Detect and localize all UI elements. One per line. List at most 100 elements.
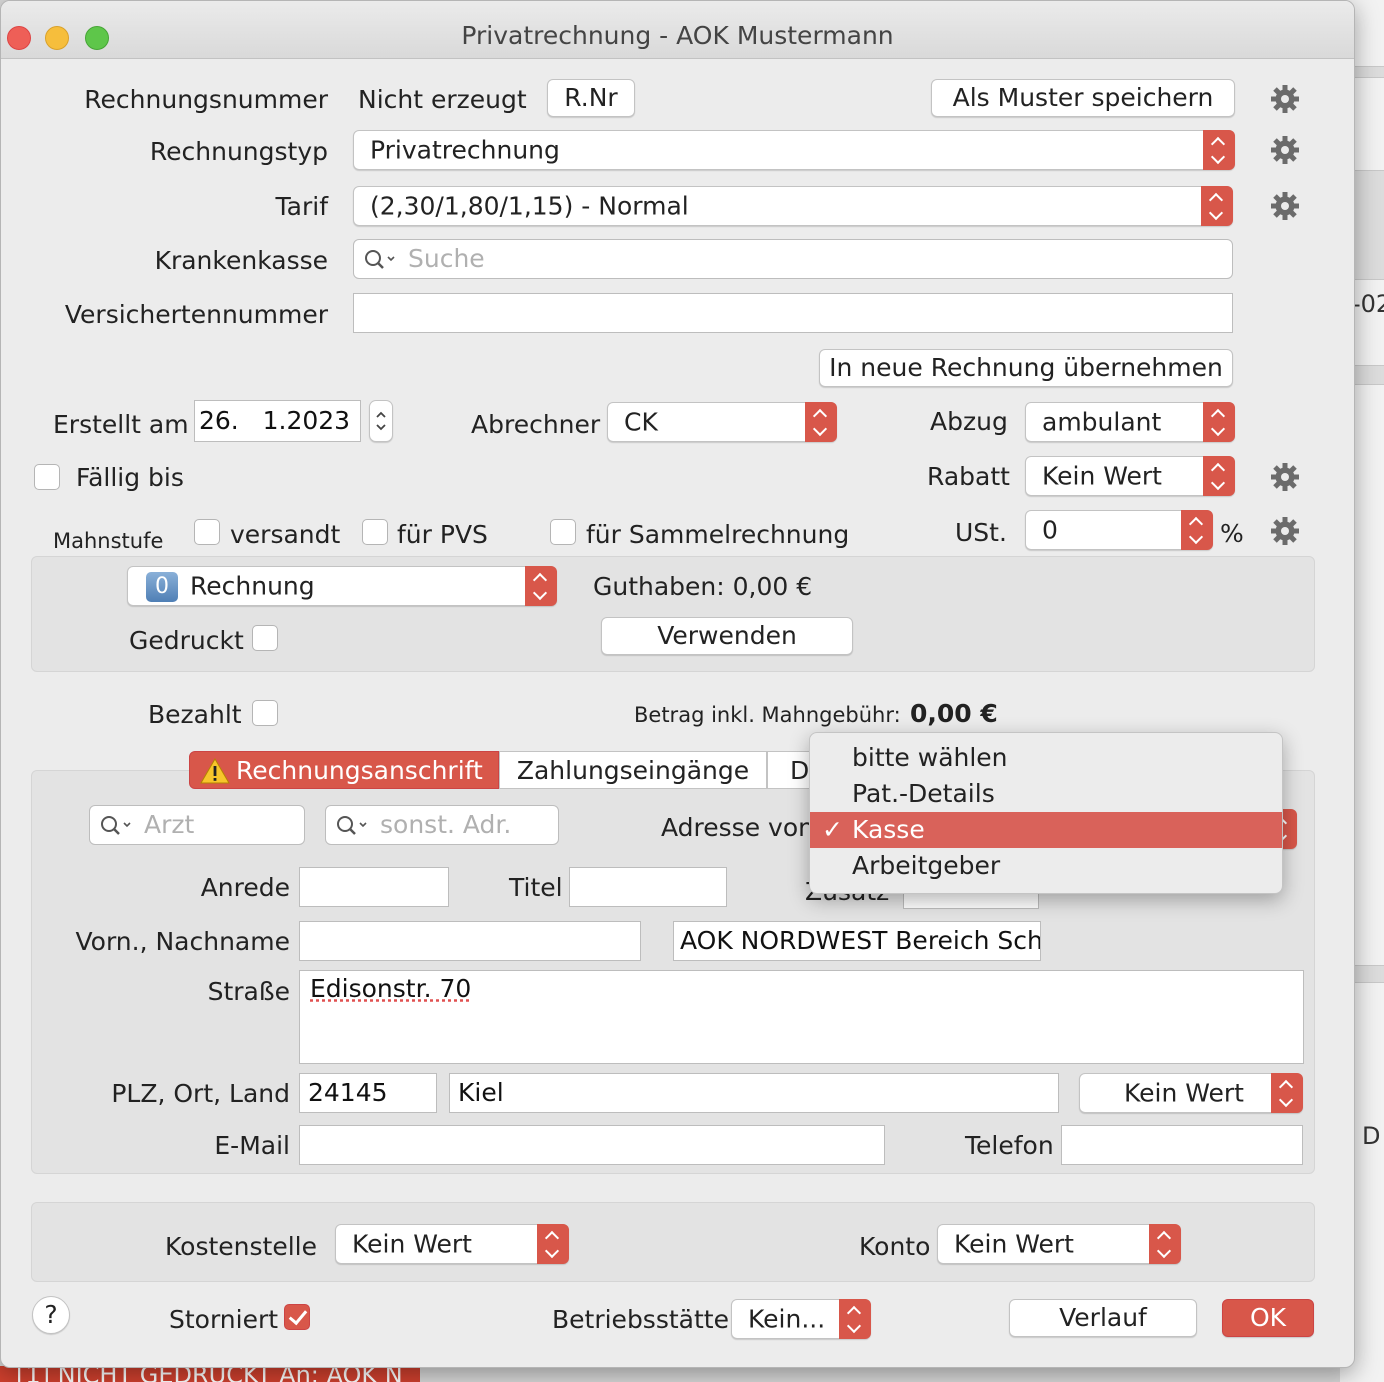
- menu-item-label: bitte wählen: [852, 743, 1008, 772]
- settings-gear-icon[interactable]: [1270, 135, 1300, 165]
- discount-select[interactable]: Kein Wert: [1025, 456, 1235, 496]
- chevron-updown-icon: [805, 402, 837, 442]
- name-label: Vorn., Nachname: [75, 927, 291, 956]
- settings-gear-icon[interactable]: [1270, 516, 1300, 546]
- checkmark-icon: ✓: [822, 815, 843, 844]
- ok-button[interactable]: OK: [1222, 1299, 1314, 1337]
- other-address-search-placeholder: sonst. Adr.: [380, 810, 512, 839]
- background-text: -02: [1352, 290, 1384, 318]
- vat-percent-sign: %: [1220, 519, 1244, 548]
- chevron-updown-icon: [537, 1224, 569, 1264]
- menu-item-employer[interactable]: Arbeitgeber: [810, 848, 1282, 884]
- deduction-select[interactable]: ambulant: [1025, 402, 1235, 442]
- settings-gear-icon[interactable]: [1270, 462, 1300, 492]
- search-icon: [365, 250, 395, 269]
- generate-invoice-number-button[interactable]: R.Nr: [547, 79, 635, 117]
- insured-number-input[interactable]: [353, 293, 1233, 333]
- doctor-search-placeholder: Arzt: [144, 810, 195, 839]
- chevron-updown-icon: [839, 1299, 871, 1339]
- biller-select[interactable]: CK: [607, 402, 837, 442]
- pvs-checkbox[interactable]: [362, 519, 388, 545]
- zip-input[interactable]: 24145: [299, 1073, 437, 1113]
- menu-item-please-choose[interactable]: bitte wählen: [810, 740, 1282, 776]
- stepper-icon: [376, 411, 386, 431]
- settings-gear-icon[interactable]: [1270, 84, 1300, 114]
- date-stepper[interactable]: [369, 400, 393, 442]
- vat-label: USt.: [955, 518, 1007, 547]
- biller-label: Abrechner: [471, 410, 601, 439]
- address-source-label: Adresse von: [661, 813, 814, 842]
- phone-input[interactable]: [1061, 1125, 1303, 1165]
- insurer-search-field[interactable]: Suche: [353, 239, 1233, 279]
- cost-center-label: Kostenstelle: [165, 1232, 317, 1261]
- doctor-search-field[interactable]: Arzt: [89, 805, 305, 845]
- history-button[interactable]: Verlauf: [1009, 1299, 1197, 1337]
- paid-checkbox[interactable]: [252, 700, 278, 726]
- sent-checkbox[interactable]: [194, 519, 220, 545]
- street-label: Straße: [207, 977, 290, 1006]
- email-input[interactable]: [299, 1125, 885, 1165]
- vat-value: 0: [1042, 515, 1058, 545]
- tab-billing-address[interactable]: Rechnungsanschrift: [189, 751, 499, 789]
- country-select[interactable]: Kein Wert: [1079, 1073, 1303, 1113]
- email-label: E-Mail: [214, 1131, 290, 1160]
- credit-label: Guthaben: 0,00 €: [593, 572, 813, 601]
- due-label: Fällig bis: [76, 463, 184, 492]
- title-label: Titel: [509, 873, 563, 902]
- vat-select[interactable]: 0: [1025, 510, 1213, 550]
- account-label: Konto: [859, 1232, 931, 1261]
- title-bar[interactable]: Privatrechnung - AOK Mustermann: [1, 1, 1354, 59]
- salutation-input[interactable]: [299, 867, 449, 907]
- tariff-value: (2,30/1,80/1,15) - Normal: [370, 191, 689, 221]
- title-input[interactable]: [569, 867, 727, 907]
- deduction-label: Abzug: [930, 407, 1008, 436]
- cancelled-checkbox[interactable]: [284, 1304, 310, 1330]
- tariff-label: Tarif: [275, 192, 328, 221]
- account-select[interactable]: Kein Wert: [937, 1224, 1181, 1264]
- background-text: D: [1362, 1122, 1381, 1150]
- tab-billing-address-label: Rechnungsanschrift: [236, 756, 483, 785]
- menu-item-label: Arbeitgeber: [852, 851, 1001, 880]
- menu-item-patient-details[interactable]: Pat.-Details: [810, 776, 1282, 812]
- take-over-invoice-button[interactable]: In neue Rechnung übernehmen: [819, 349, 1233, 387]
- cost-center-select[interactable]: Kein Wert: [335, 1224, 569, 1264]
- tariff-select[interactable]: (2,30/1,80/1,15) - Normal: [353, 186, 1233, 226]
- city-input[interactable]: Kiel: [449, 1073, 1059, 1113]
- street-textarea[interactable]: Edisonstr. 70: [299, 970, 1304, 1064]
- menu-item-label: Kasse: [852, 815, 925, 844]
- printed-checkbox[interactable]: [252, 625, 278, 651]
- chevron-updown-icon: [1149, 1224, 1181, 1264]
- cancelled-label: Storniert: [169, 1305, 279, 1334]
- cost-center-value: Kein Wert: [352, 1229, 472, 1259]
- amount-incl-fee-value: 0,00 €: [910, 699, 998, 728]
- dunning-label: Mahnstufe: [53, 529, 164, 553]
- dunning-level-select[interactable]: 0 Rechnung: [127, 566, 557, 606]
- other-address-search-field[interactable]: sonst. Adr.: [325, 805, 559, 845]
- invoice-type-select[interactable]: Privatrechnung: [353, 130, 1235, 170]
- lastname-input[interactable]: AOK NORDWEST Bereich Sch: [673, 921, 1041, 961]
- paid-label: Bezahlt: [148, 700, 242, 729]
- tab-payments[interactable]: Zahlungseingänge: [499, 751, 767, 789]
- collective-invoice-checkbox[interactable]: [550, 519, 576, 545]
- help-button[interactable]: ?: [32, 1296, 70, 1334]
- chevron-updown-icon: [1203, 130, 1235, 170]
- chevron-updown-icon: [1181, 510, 1213, 550]
- chevron-updown-icon: [1203, 402, 1235, 442]
- created-label: Erstellt am: [53, 410, 189, 439]
- save-as-template-button[interactable]: Als Muster speichern: [931, 79, 1235, 117]
- search-icon: [337, 816, 367, 835]
- collective-invoice-label: für Sammelrechnung: [586, 520, 850, 549]
- due-date-checkbox[interactable]: [34, 464, 60, 490]
- site-select[interactable]: Kein...: [731, 1299, 871, 1339]
- use-credit-button[interactable]: Verwenden: [601, 617, 853, 655]
- settings-gear-icon[interactable]: [1270, 191, 1300, 221]
- search-icon: [101, 816, 131, 835]
- firstname-input[interactable]: [299, 921, 641, 961]
- printed-label: Gedruckt: [129, 626, 244, 655]
- deduction-value: ambulant: [1042, 407, 1162, 437]
- invoice-type-label: Rechnungstyp: [149, 137, 328, 166]
- country-value: Kein Wert: [1124, 1078, 1244, 1108]
- menu-item-insurer[interactable]: ✓ Kasse: [810, 812, 1282, 848]
- site-label: Betriebsstätte: [552, 1305, 729, 1334]
- created-date-input[interactable]: 26. 1.2023: [194, 400, 361, 442]
